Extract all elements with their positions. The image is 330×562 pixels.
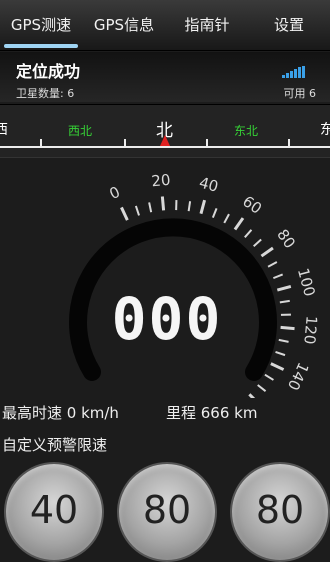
gauge-tick xyxy=(273,274,282,278)
compass-west: 西 xyxy=(0,119,8,139)
gauge-tick xyxy=(281,327,295,328)
compass-tick xyxy=(288,139,290,147)
gauge-tick xyxy=(268,262,277,267)
tab-settings[interactable]: 设置 xyxy=(248,0,330,50)
tab-label: GPS信息 xyxy=(94,16,154,34)
gauge-tick xyxy=(271,364,284,370)
compass-baseline xyxy=(0,146,330,148)
gauge-tick xyxy=(235,218,243,229)
gauge-tick xyxy=(254,240,261,247)
fix-status-title: 定位成功 xyxy=(16,58,80,82)
compass-northwest: 西北 xyxy=(68,122,92,139)
gauge-tick xyxy=(121,207,127,220)
gauge-tick xyxy=(189,201,190,211)
signal-bars-icon xyxy=(282,66,308,78)
gauge-tick-label: 40 xyxy=(197,174,220,196)
gauge-tick xyxy=(201,200,205,214)
gauge-tick-label: 120 xyxy=(300,315,320,345)
available-count: 可用 6 xyxy=(284,85,317,101)
satellite-count: 卫星数量: 6 xyxy=(16,85,74,101)
max-speed-label: 最高时速 0 km/h xyxy=(2,402,119,423)
compass-east: 东 xyxy=(320,119,330,139)
speed-limit-button-2[interactable]: 80 xyxy=(117,462,217,562)
gauge-tick xyxy=(136,206,139,215)
gauge-tick-label: 20 xyxy=(151,171,172,191)
gauge-tick xyxy=(276,352,285,355)
tab-compass[interactable]: 指南针 xyxy=(166,0,248,50)
custom-alert-label: 自定义预警限速 xyxy=(2,434,107,455)
tab-label: 指南针 xyxy=(184,16,229,34)
tab-gps-speed[interactable]: GPS测速 xyxy=(0,0,82,50)
gauge-tick xyxy=(162,196,163,210)
gps-status-panel: 定位成功 卫星数量: 6 可用 6 xyxy=(0,52,330,102)
compass-strip: 西 西北 北 东北 东 xyxy=(0,104,330,158)
gauge-tick xyxy=(280,301,290,302)
gauge-tick-label: 0 xyxy=(107,183,123,203)
gauge-tick-label: 60 xyxy=(239,192,265,218)
mileage-label: 里程 666 km xyxy=(166,402,257,423)
gauge-tick-label: 80 xyxy=(273,226,299,252)
speedometer-gauge: 020406080100120140160180200220240 xyxy=(0,158,330,398)
compass-northeast: 东北 xyxy=(234,122,258,139)
gauge-tick xyxy=(224,214,229,223)
compass-tick xyxy=(206,139,208,147)
heading-marker-icon xyxy=(160,135,170,146)
gauge-tick-label: 140 xyxy=(284,360,312,394)
compass-tick xyxy=(124,139,126,147)
speed-limit-button-3[interactable]: 80 xyxy=(230,462,330,562)
gauge-tick xyxy=(279,340,289,342)
tab-bar: GPS测速 GPS信息 指南针 设置 xyxy=(0,0,330,51)
gauge-tick xyxy=(249,394,259,398)
speed-display: 000 xyxy=(88,288,246,350)
compass-tick xyxy=(40,139,42,147)
gauge-tick xyxy=(277,286,291,290)
tab-gps-info[interactable]: GPS信息 xyxy=(82,0,166,50)
gauge-tick xyxy=(149,202,151,212)
gauge-tick xyxy=(265,375,274,380)
speed-limit-button-1[interactable]: 40 xyxy=(4,462,104,562)
gauge-tick xyxy=(261,248,272,256)
gauge-tick-label: 100 xyxy=(294,266,319,298)
tab-label: GPS测速 xyxy=(11,16,71,34)
gauge-tick xyxy=(213,208,217,217)
tab-label: 设置 xyxy=(274,16,304,34)
gauge-tick xyxy=(258,385,266,391)
gauge-tick xyxy=(245,230,252,237)
